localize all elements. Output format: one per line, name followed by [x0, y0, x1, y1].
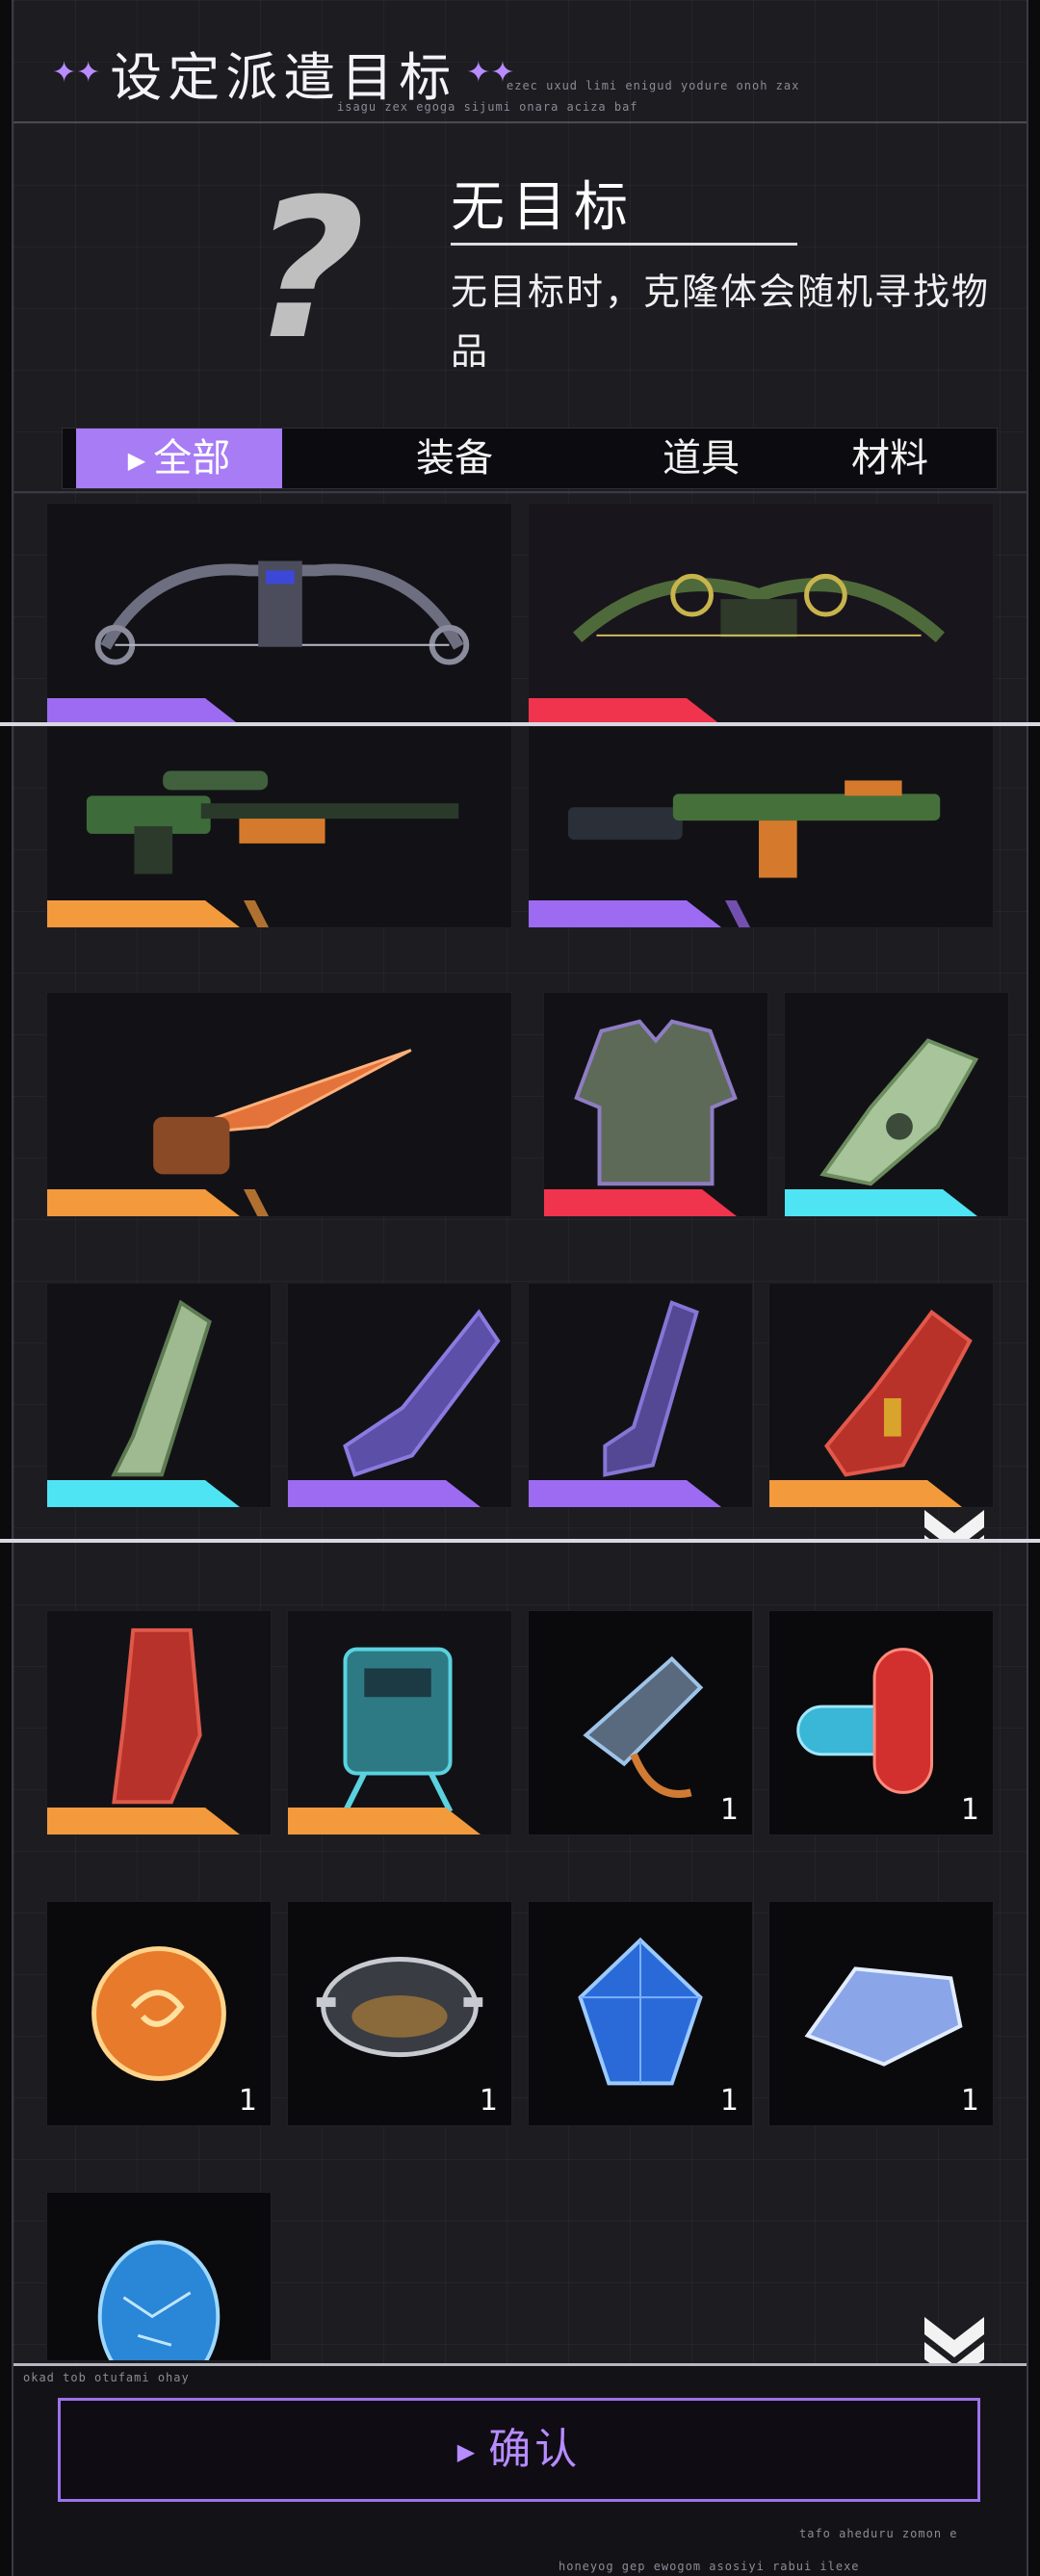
flourish-text: isagu zex egoga sijumi onara aciza baf	[337, 100, 638, 114]
item-slot[interactable]	[528, 503, 994, 722]
title-bar: ✦✦ 设定派遣目标 ✦✦ ezec uxud limi enigud yodur…	[13, 0, 1027, 123]
tab-materials[interactable]: 材料	[787, 429, 993, 488]
flourish-text: ezec uxud limi enigud yodure onoh zax	[507, 79, 800, 92]
target-divider	[451, 243, 797, 246]
item-slot[interactable]: 1	[528, 1610, 753, 1835]
item-slot[interactable]	[528, 726, 994, 928]
item-count: 1	[479, 2084, 498, 2118]
item-slot[interactable]	[46, 992, 512, 1217]
item-slot[interactable]	[287, 1283, 512, 1508]
red-gauntlet-icon	[824, 1309, 973, 1477]
item-count: 1	[719, 1793, 739, 1827]
item-slot[interactable]	[287, 1610, 512, 1835]
tab-label: 装备	[416, 436, 493, 481]
blade-icon	[153, 1049, 412, 1175]
purple-gauntlet-icon	[343, 1309, 501, 1477]
tab-all[interactable]: ▶ 全部	[76, 429, 282, 488]
green-crossbow-icon	[573, 573, 945, 642]
item-count: 1	[238, 2084, 257, 2118]
target-description: 无目标时，克隆体会随机寻找物品	[451, 271, 991, 373]
item-slot[interactable]	[46, 1610, 272, 1835]
amber-orb-icon	[91, 1946, 226, 2081]
play-triangle-icon: ▶	[456, 2438, 480, 2465]
scroll-down-chevron-icon[interactable]	[921, 1504, 988, 1539]
item-slot[interactable]	[768, 1283, 994, 1508]
blue-gem-icon	[578, 1937, 703, 2086]
tab-divider	[13, 491, 1027, 493]
tab-label: 全部	[153, 436, 231, 481]
flourish-text: honeyog gep ewogom asosiyi rabui ilexe	[559, 2560, 860, 2573]
target-name: 无目标	[451, 176, 636, 239]
item-slot[interactable]	[46, 726, 512, 928]
tab-equipment[interactable]: 装备	[351, 429, 558, 488]
flourish-text: okad tob otufami ohay	[23, 2371, 190, 2384]
sniper-rifle-icon	[86, 770, 459, 874]
tab-label: 道具	[663, 436, 740, 481]
sparkle-icon: ✦✦	[52, 56, 101, 90]
item-slot[interactable]: 1	[528, 1901, 753, 2126]
item-count: 1	[960, 2084, 979, 2118]
whistle-icon	[583, 1655, 704, 1798]
crystal-shard-icon	[804, 1966, 963, 2067]
blue-egg-icon	[97, 2240, 221, 2360]
item-slot[interactable]: 1	[287, 1901, 512, 2126]
cooking-pot-icon	[316, 1957, 483, 2058]
item-slot[interactable]	[528, 1283, 753, 1508]
question-mark-icon: ?	[227, 158, 387, 382]
red-boots-icon	[112, 1627, 202, 1805]
dispatch-panel-middle	[12, 726, 1028, 1539]
compound-bow-icon	[94, 560, 470, 665]
item-count: 1	[960, 1793, 979, 1827]
tab-items[interactable]: 道具	[598, 429, 804, 488]
item-slot[interactable]	[784, 992, 1009, 1217]
green-gauntlet-icon	[819, 1038, 979, 1186]
tab-label: 材料	[851, 436, 928, 481]
capsule-pills-icon	[796, 1648, 934, 1794]
item-slot[interactable]: 1	[768, 1901, 994, 2126]
confirm-button[interactable]: ▶ 确认	[58, 2398, 980, 2502]
item-slot[interactable]: 1	[46, 1901, 272, 2126]
item-slot[interactable]: 1	[768, 1610, 994, 1835]
item-slot[interactable]	[46, 1283, 272, 1508]
item-count: 1	[719, 2084, 739, 2118]
flourish-text: tafo aheduru zomon e	[799, 2527, 958, 2540]
assault-rifle-icon	[567, 780, 941, 878]
play-triangle-icon: ▶	[127, 447, 146, 474]
category-tabs: ▶ 全部 装备 道具 材料	[62, 428, 998, 489]
mech-backpack-icon	[342, 1647, 454, 1813]
item-slot[interactable]	[46, 2192, 272, 2361]
item-slot[interactable]	[46, 503, 512, 722]
body-armor-icon	[574, 1019, 738, 1186]
confirm-label: 确认	[488, 2425, 582, 2474]
item-slot[interactable]	[543, 992, 768, 1217]
green-leg-armor-icon	[111, 1299, 212, 1477]
purple-leg-armor-icon	[603, 1300, 699, 1477]
dispatch-panel-top: ✦✦ 设定派遣目标 ✦✦ ezec uxud limi enigud yodur…	[12, 0, 1028, 722]
